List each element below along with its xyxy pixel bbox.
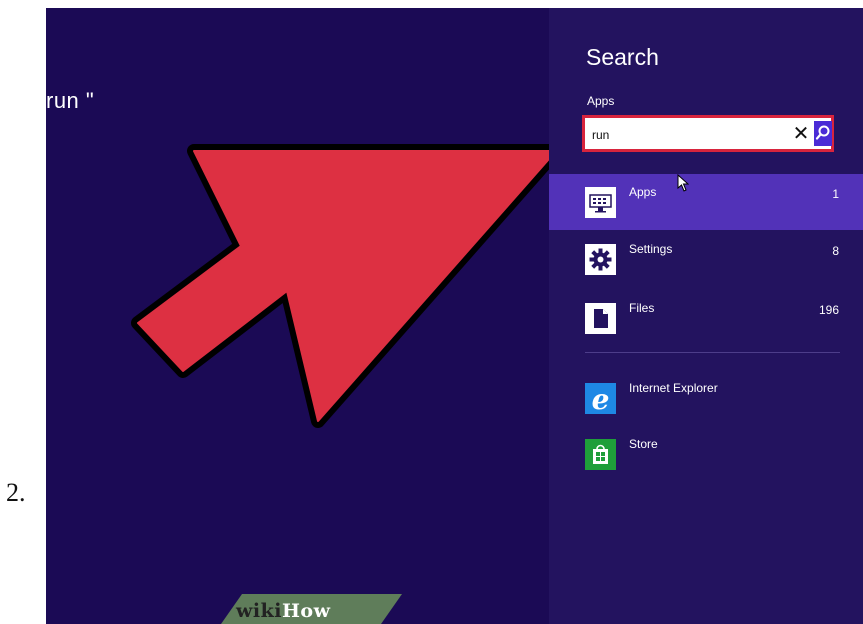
search-button[interactable]	[814, 121, 832, 146]
wikihow-watermark: wikiHow	[236, 600, 330, 622]
internet-explorer-icon: e	[585, 383, 616, 414]
result-label: Files	[629, 301, 655, 315]
result-row-settings[interactable]: Settings 8	[549, 231, 863, 287]
suggestion-store[interactable]: Store	[549, 426, 863, 482]
suggestion-internet-explorer[interactable]: e Internet Explorer	[549, 370, 863, 426]
store-icon	[585, 439, 616, 470]
result-row-files[interactable]: Files 196	[549, 290, 863, 346]
clear-search-button[interactable]: ✕	[791, 122, 811, 146]
watermark-wiki: wiki	[236, 600, 282, 622]
result-label: Apps	[629, 185, 657, 199]
result-label: Settings	[629, 242, 673, 256]
keyboard-icon	[585, 187, 616, 218]
file-icon	[585, 303, 616, 334]
suggestion-label: Store	[629, 437, 658, 451]
windows-screen: run " Search Apps ✕ Ap	[46, 8, 863, 624]
search-scope-label: Apps	[587, 94, 615, 108]
search-charm-panel: Search Apps ✕ Apps 1	[549, 8, 863, 624]
result-count: 8	[832, 244, 839, 258]
watermark-how: How	[281, 600, 331, 622]
magnifier-icon	[815, 125, 830, 140]
result-count: 196	[818, 303, 839, 317]
result-count: 1	[832, 187, 839, 201]
mouse-cursor-icon	[677, 174, 689, 192]
step-number: 2.	[6, 478, 26, 507]
search-box: ✕	[582, 115, 834, 152]
result-row-apps[interactable]: Apps 1	[549, 174, 863, 230]
svg-text:e: e	[592, 383, 610, 414]
charm-title: Search	[586, 44, 659, 70]
suggestion-label: Internet Explorer	[629, 381, 718, 395]
gear-icon	[585, 244, 616, 275]
search-input[interactable]	[588, 121, 796, 149]
results-divider	[585, 352, 840, 353]
